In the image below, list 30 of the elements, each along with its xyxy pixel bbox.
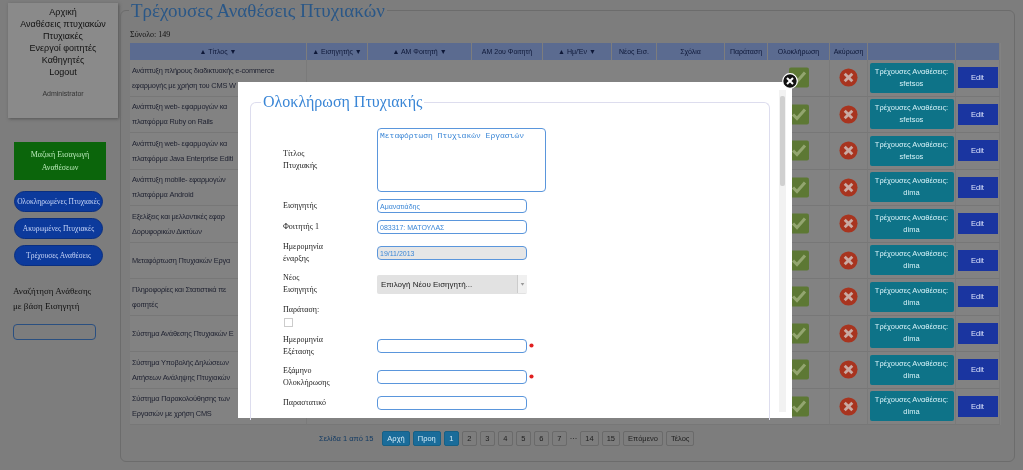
cancel-icon[interactable] <box>839 104 858 124</box>
lecturer-select[interactable]: Επιλογή Νέου Εισηγητή... <box>377 275 527 294</box>
caret-icon <box>517 275 527 294</box>
menu-link[interactable]: Logout <box>49 66 77 78</box>
cancel-icon[interactable] <box>839 250 858 270</box>
menu-link[interactable]: Αρχική <box>49 6 77 18</box>
cancel-icon[interactable] <box>839 396 858 416</box>
menu-link[interactable]: Ενεργοί φοιτητές <box>29 42 97 54</box>
input-field[interactable] <box>377 369 527 384</box>
cancel-icon[interactable] <box>839 177 858 197</box>
menu-link[interactable]: Αναθέσεις πτυχιακών <box>20 18 106 30</box>
cancel-icon[interactable] <box>839 68 858 88</box>
input-field[interactable] <box>377 395 527 410</box>
menu-link[interactable]: Καθηγητές <box>41 54 85 66</box>
input-field[interactable] <box>377 338 527 353</box>
dialog-title: Ολοκλήρωση Πτυχιακής <box>261 93 425 111</box>
title-textarea[interactable]: Μεταφόρτωση Πτυχιακών Εργασιών <box>377 128 546 193</box>
menu-link[interactable]: Πτυχιακές <box>43 30 83 42</box>
cancel-icon[interactable] <box>839 360 858 380</box>
checkbox[interactable] <box>284 317 293 327</box>
close-icon[interactable] <box>782 73 798 89</box>
bulk-import-button[interactable]: Μαζική Εισαγωγή Αναθέσεων <box>14 142 106 180</box>
scrollbar[interactable] <box>779 90 786 412</box>
search-label: Αναζήτηση Ανάθεσης με βάση Εισηγητή <box>13 285 93 313</box>
cancel-icon[interactable] <box>839 214 858 234</box>
total-count: Σύνολο: 149 <box>130 30 172 39</box>
cancel-icon[interactable] <box>839 141 858 161</box>
search-field[interactable] <box>13 324 96 340</box>
cancel-icon[interactable] <box>839 287 858 307</box>
cancel-icon[interactable] <box>839 323 858 343</box>
